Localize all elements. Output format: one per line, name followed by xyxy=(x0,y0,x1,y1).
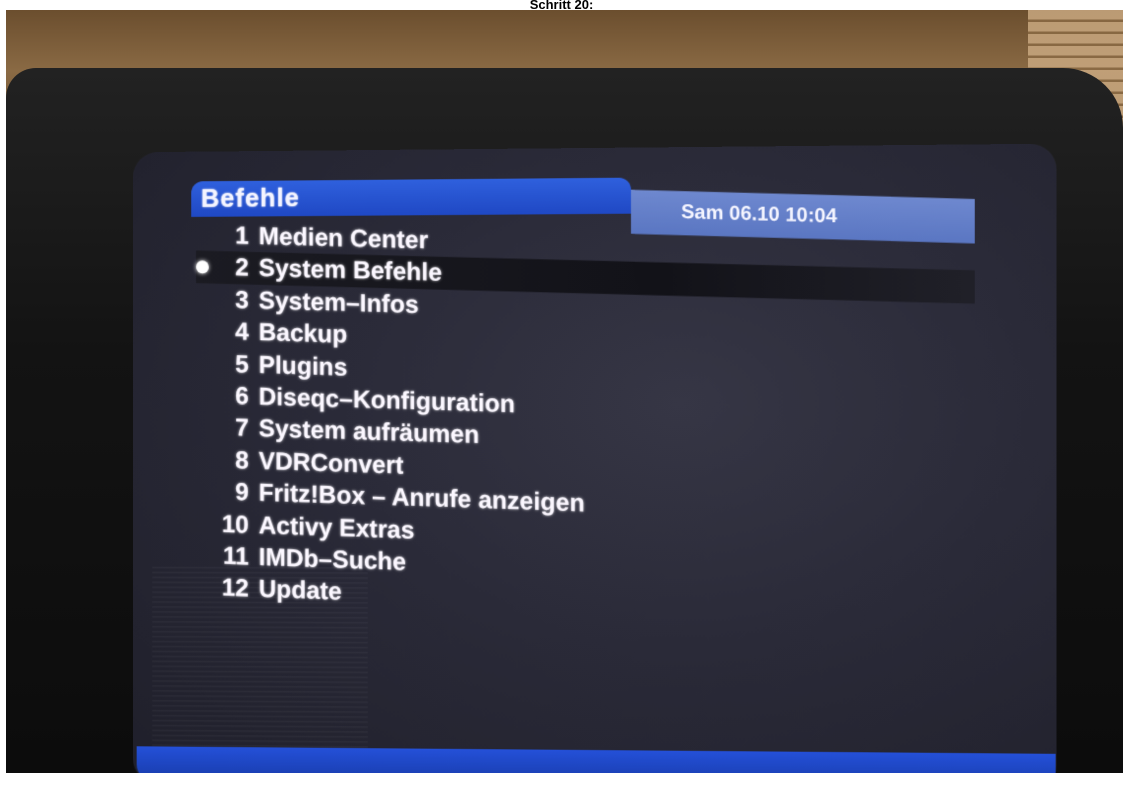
menu-item-number: 11 xyxy=(223,541,249,571)
step-caption: Schritt 20: xyxy=(529,0,594,10)
menu-item-number: 9 xyxy=(235,478,249,507)
menu-item-label: Diseqc–Konfiguration xyxy=(258,382,516,419)
menu-item-label: Plugins xyxy=(258,350,348,382)
menu-item-label: Update xyxy=(258,575,342,606)
menu-item-number: 3 xyxy=(235,285,249,315)
tv-bezel: Befehle Sam 06.10 10:04 1 Medien Center 2… xyxy=(6,68,1123,773)
menu-item-label: IMDb–Suche xyxy=(258,543,407,577)
osd-clock: Sam 06.10 10:04 xyxy=(681,201,838,228)
menu-item-label: Backup xyxy=(258,318,348,349)
osd-footer-bar xyxy=(136,746,1056,773)
menu-item-label: VDRConvert xyxy=(258,446,404,480)
menu-item-label: System aufräumen xyxy=(258,414,480,450)
menu-item-number: 1 xyxy=(235,221,249,250)
tv-screen: Befehle Sam 06.10 10:04 1 Medien Center 2… xyxy=(132,143,1057,773)
menu-item-number: 12 xyxy=(221,573,249,603)
menu-item-number: 10 xyxy=(221,509,249,539)
menu-item-label: System Befehle xyxy=(258,254,443,288)
photo-background: Befehle Sam 06.10 10:04 1 Medien Center 2… xyxy=(6,10,1123,773)
command-menu: 1 Medien Center 2 System Befehle 3 System–I… xyxy=(196,219,975,631)
menu-item-label: Activy Extras xyxy=(258,511,415,545)
osd-title: Befehle xyxy=(200,182,300,213)
menu-item-number: 4 xyxy=(235,317,249,347)
menu-item-number: 8 xyxy=(235,446,249,475)
menu-item-label: System–Infos xyxy=(258,286,419,319)
menu-item-label: Medien Center xyxy=(258,222,429,255)
menu-item-number: 7 xyxy=(235,414,249,443)
osd-title-bar: Befehle xyxy=(191,177,631,217)
menu-item-number: 6 xyxy=(235,382,249,411)
menu-item-number: 5 xyxy=(235,350,249,379)
